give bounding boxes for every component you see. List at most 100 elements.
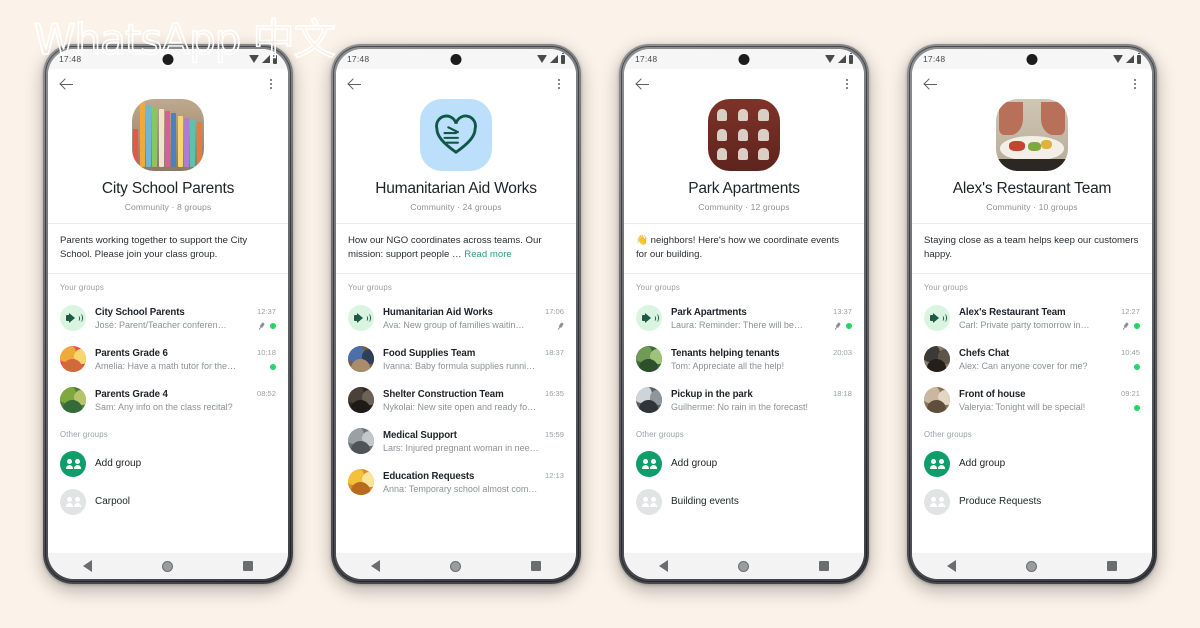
group-timestamp: 16:35 [544,388,564,398]
group-title: Tenants helping tenants [671,347,780,359]
avatar-art-building [708,99,780,171]
nav-back-icon[interactable] [659,560,668,572]
group-text: Parents Grade 4 Sam: Any info on the cla… [95,389,251,412]
group-placeholder-icon [636,488,662,515]
group-text: Education Requests Anna: Temporary schoo… [383,471,539,494]
group-row[interactable]: Food Supplies Team Ivanna: Baby formula … [336,339,576,380]
back-arrow-icon[interactable] [347,76,363,92]
group-meta: 13:37 [833,303,852,333]
announcement-avatar [348,305,374,332]
group-row[interactable]: Humanitarian Aid Works Ava: New group of… [336,298,576,339]
megaphone-icon [929,312,947,324]
group-row[interactable]: City School Parents José: Parent/Teacher… [48,298,288,339]
nav-recents-icon[interactable] [531,561,541,571]
read-more-link[interactable]: Read more [464,249,511,260]
nav-home-icon[interactable] [738,560,749,572]
group-timestamp: 12:37 [256,306,276,316]
other-group-label: Produce Requests [959,496,1042,508]
overflow-menu-icon[interactable] [553,76,565,92]
community-name: Alex's Restaurant Team [952,180,1112,197]
unread-dot [1134,363,1140,370]
group-avatar [348,428,374,455]
announcement-avatar [60,305,86,332]
nav-recents-icon[interactable] [243,561,253,571]
group-timestamp: 10:18 [256,347,276,357]
community-avatar[interactable] [708,99,780,171]
nav-recents-icon[interactable] [819,561,829,571]
nav-home-icon[interactable] [1026,560,1037,572]
nav-recents-icon[interactable] [1107,561,1117,571]
group-timestamp: 20:03 [832,347,852,357]
group-preview: Nykolai: New site open and ready for … [383,401,539,412]
group-row[interactable]: Alex's Restaurant Team Carl: Private par… [912,298,1152,339]
group-text: Chefs Chat Alex: Can anyone cover for me… [959,348,1115,371]
group-meta: 12:27 [1121,303,1140,333]
group-row[interactable]: Chefs Chat Alex: Can anyone cover for me… [912,339,1152,380]
group-meta: 17:06 [545,303,564,333]
group-text: Tenants helping tenants Tom: Appreciate … [671,348,827,371]
other-group-row[interactable]: Carpool [48,483,288,521]
overflow-menu-icon[interactable] [265,76,277,92]
group-meta: 18:37 [545,344,564,374]
group-title: Medical Support [383,429,457,441]
status-time: 17:48 [59,54,82,64]
group-avatar [348,469,374,496]
community-header: Humanitarian Aid Works Community · 24 gr… [336,99,576,223]
announcement-avatar [636,305,662,332]
add-group-row[interactable]: Add group [48,445,288,483]
back-arrow-icon[interactable] [59,76,75,92]
nav-back-icon[interactable] [83,560,92,572]
group-meta: 10:45 [1121,344,1140,374]
community-description: Staying close as a team helps keep our c… [912,223,1152,273]
unread-dot [846,322,852,329]
group-row[interactable]: Front of house Valeryia: Tonight will be… [912,380,1152,421]
community-avatar[interactable] [132,99,204,171]
overflow-menu-icon[interactable] [1129,76,1141,92]
group-row[interactable]: Tenants helping tenants Tom: Appreciate … [624,339,864,380]
back-arrow-icon[interactable] [923,76,939,92]
nav-back-icon[interactable] [947,560,956,572]
add-group-row[interactable]: Add group [624,445,864,483]
app-bar [48,69,288,99]
unread-dot [270,322,276,329]
group-meta: 09:21 [1121,385,1140,415]
group-row[interactable]: Parents Grade 6 Amelia: Have a math tuto… [48,339,288,380]
other-groups-label: Other groups [60,429,108,439]
community-description: 👋 neighbors! Here's how we coordinate ev… [624,223,864,273]
community-avatar[interactable] [996,99,1068,171]
status-icons [1113,52,1141,64]
groups-list: Your groups Park Apartments Laura: Remin… [624,273,864,553]
group-row[interactable]: Parents Grade 4 Sam: Any info on the cla… [48,380,288,421]
group-timestamp: 12:13 [544,470,564,480]
pin-icon [831,320,842,331]
group-row[interactable]: Shelter Construction Team Nykolai: New s… [336,380,576,421]
group-row[interactable]: Medical Support Lars: Injured pregnant w… [336,421,576,462]
other-group-row[interactable]: Building events [624,483,864,521]
nav-back-icon[interactable] [371,560,380,572]
group-preview: Lars: Injured pregnant woman in need… [383,442,539,453]
nav-home-icon[interactable] [450,560,461,572]
group-timestamp: 12:27 [1120,306,1140,316]
group-meta: 12:13 [545,467,564,497]
avatar-art-food-plate [996,99,1068,171]
group-text: Pickup in the park Guilherme: No rain in… [671,389,827,412]
group-avatar [924,346,950,373]
group-avatar [348,346,374,373]
pin-icon [1119,320,1130,331]
group-row[interactable]: Pickup in the park Guilherme: No rain in… [624,380,864,421]
overflow-menu-icon[interactable] [841,76,853,92]
group-row[interactable]: Education Requests Anna: Temporary schoo… [336,462,576,503]
phone-screen: 17:48 Humanitarian Aid Works Community ·… [336,49,576,579]
status-icons [249,52,277,64]
nav-home-icon[interactable] [162,560,173,572]
android-nav-bar [912,553,1152,579]
group-title: Chefs Chat [959,347,1010,359]
description-text: Parents working together to support the … [60,234,248,260]
people-icon [929,496,945,507]
other-group-row[interactable]: Produce Requests [912,483,1152,521]
add-group-row[interactable]: Add group [912,445,1152,483]
back-arrow-icon[interactable] [635,76,651,92]
community-avatar[interactable] [420,99,492,171]
battery-icon [273,52,277,64]
group-row[interactable]: Park Apartments Laura: Reminder: There w… [624,298,864,339]
